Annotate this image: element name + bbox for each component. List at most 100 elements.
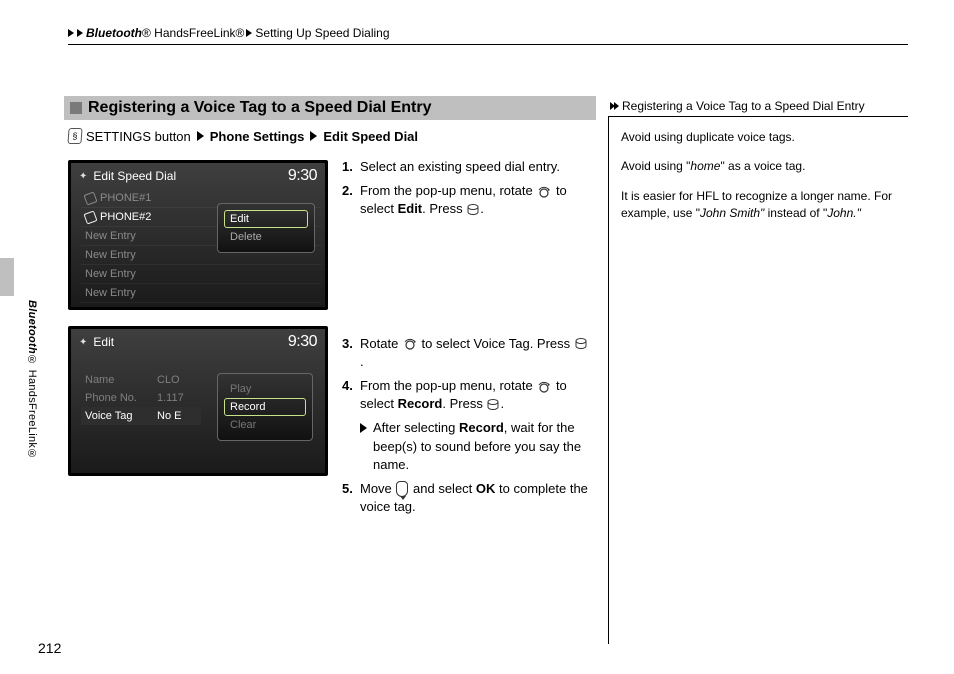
row-label: Phone No. <box>81 389 157 407</box>
screenshot-clock: 9:30 <box>288 167 317 185</box>
step-4-sub: After selecting Record, wait for the bee… <box>360 419 590 474</box>
back-icon: ✦ <box>79 171 87 182</box>
t: From the pop-up menu, rotate <box>360 183 536 198</box>
t: John." <box>827 206 861 220</box>
nav-text-phone: Phone Settings <box>210 129 305 144</box>
tips-title: Registering a Voice Tag to a Speed Dial … <box>622 99 865 113</box>
popup-item-clear: Clear <box>224 416 306 434</box>
triangle-right-icon <box>360 423 367 433</box>
joystick-down-icon <box>396 481 408 497</box>
double-chevron-icon <box>610 102 618 110</box>
t: " as a voice tag. <box>720 159 805 173</box>
popup-item-delete: Delete <box>224 228 308 246</box>
row-value: No E <box>157 407 201 425</box>
screenshot-titlebar: ✦ Edit 9:30 <box>71 329 325 353</box>
step-text: From the pop-up menu, rotate to select R… <box>360 377 590 413</box>
step-1: 1.Select an existing speed dial entry. <box>342 158 590 176</box>
page-number: 212 <box>38 640 61 656</box>
popup-item-edit: Edit <box>224 210 308 228</box>
popup-item-play: Play <box>224 380 306 398</box>
phone-icon <box>83 191 97 205</box>
nav-text-edit: Edit Speed Dial <box>323 129 418 144</box>
t: OK <box>476 481 496 496</box>
screenshot-titlebar: ✦ Edit Speed Dial 9:30 <box>71 163 325 187</box>
breadcrumb-hfl: HandsFreeLink® <box>151 26 245 40</box>
step-2: 2.From the pop-up menu, rotate to select… <box>342 182 590 218</box>
popup-item-record: Record <box>224 398 306 416</box>
back-icon: ✦ <box>79 337 87 348</box>
t: . Press <box>442 396 486 411</box>
t: From the pop-up menu, rotate <box>360 378 536 393</box>
breadcrumb-item: Bluetooth® HandsFreeLink® <box>86 26 244 40</box>
popup-menu: Play Record Clear <box>217 373 313 441</box>
row-value: CLO <box>157 371 201 389</box>
popup-menu: Edit Delete <box>217 203 315 253</box>
t: Edit <box>398 201 423 216</box>
side-tab <box>0 258 14 296</box>
step-text: Move and select OK to complete the voice… <box>360 480 590 516</box>
square-bullet-icon <box>70 102 82 114</box>
t: . Press <box>422 201 466 216</box>
nav-text-settings: SETTINGS button <box>86 129 191 144</box>
side-label: Bluetooth® HandsFreeLink® <box>26 300 38 461</box>
screenshot-title: Edit Speed Dial <box>87 169 287 183</box>
press-dial-icon <box>575 337 587 351</box>
triangle-right-icon <box>310 131 317 141</box>
t: instead of " <box>764 206 827 220</box>
chevron-right-icon <box>77 29 83 37</box>
list-item: New Entry <box>81 265 321 284</box>
screenshot-clock: 9:30 <box>288 333 317 351</box>
step-number: 4. <box>342 377 360 413</box>
triangle-right-icon <box>197 131 204 141</box>
row-label: Voice Tag <box>81 407 157 425</box>
list-label: PHONE#2 <box>100 208 151 226</box>
step-number: 3. <box>342 335 360 371</box>
t: Record <box>459 420 504 435</box>
t: Avoid using " <box>621 159 690 173</box>
screenshot-title: Edit <box>87 335 287 349</box>
breadcrumb: Bluetooth® HandsFreeLink® Setting Up Spe… <box>68 26 908 45</box>
step-text: Select an existing speed dial entry. <box>360 158 560 176</box>
step-number: 2. <box>342 182 360 218</box>
t: to select Voice Tag. Press <box>418 336 574 351</box>
step-3: 3.Rotate to select Voice Tag. Press . <box>342 335 590 371</box>
step-number: 1. <box>342 158 360 176</box>
row-value: 1.117 <box>157 389 201 407</box>
press-dial-icon <box>487 398 499 412</box>
step-number: 5. <box>342 480 360 516</box>
instruction-steps: 1.Select an existing speed dial entry. 2… <box>342 158 590 522</box>
settings-button-icon: § <box>67 128 82 144</box>
t: Record <box>398 396 443 411</box>
registered-mark: ® <box>142 26 151 40</box>
section-title-text: Registering a Voice Tag to a Speed Dial … <box>88 99 432 117</box>
section-heading: Registering a Voice Tag to a Speed Dial … <box>64 96 596 120</box>
step-text: From the pop-up menu, rotate to select E… <box>360 182 590 218</box>
step-4: 4.From the pop-up menu, rotate to select… <box>342 377 590 413</box>
t: Rotate <box>360 336 402 351</box>
t: John Smith" <box>700 206 764 220</box>
screenshot-edit-speed-dial: ✦ Edit Speed Dial 9:30 PHONE#1 PHONE#2 N… <box>68 160 328 310</box>
tip-text: It is easier for HFL to recognize a long… <box>621 188 902 223</box>
tip-text: Avoid using duplicate voice tags. <box>621 129 902 146</box>
phone-icon <box>83 210 97 224</box>
list-label: New Entry <box>85 265 136 283</box>
t: After selecting <box>373 420 459 435</box>
breadcrumb-bluetooth: Bluetooth <box>86 26 142 40</box>
step-text: After selecting Record, wait for the bee… <box>373 419 590 474</box>
rotate-dial-icon <box>537 380 551 394</box>
press-dial-icon <box>467 203 479 217</box>
chevron-right-icon <box>68 29 74 37</box>
row-label: Name <box>81 371 157 389</box>
screenshot-edit: ✦ Edit 9:30 NameCLO Phone No.1.117 Voice… <box>68 326 328 476</box>
t: Move <box>360 481 395 496</box>
list-label: PHONE#1 <box>100 189 151 207</box>
side-hfl: HandsFreeLink® <box>26 366 38 460</box>
tips-column: Registering a Voice Tag to a Speed Dial … <box>608 96 908 644</box>
list-label: New Entry <box>85 246 136 264</box>
rotate-dial-icon <box>537 185 551 199</box>
list-label: New Entry <box>85 227 136 245</box>
step-5: 5.Move and select OK to complete the voi… <box>342 480 590 516</box>
chevron-right-icon <box>246 29 252 37</box>
step-text: Rotate to select Voice Tag. Press . <box>360 335 590 371</box>
breadcrumb-item: Setting Up Speed Dialing <box>255 26 389 40</box>
